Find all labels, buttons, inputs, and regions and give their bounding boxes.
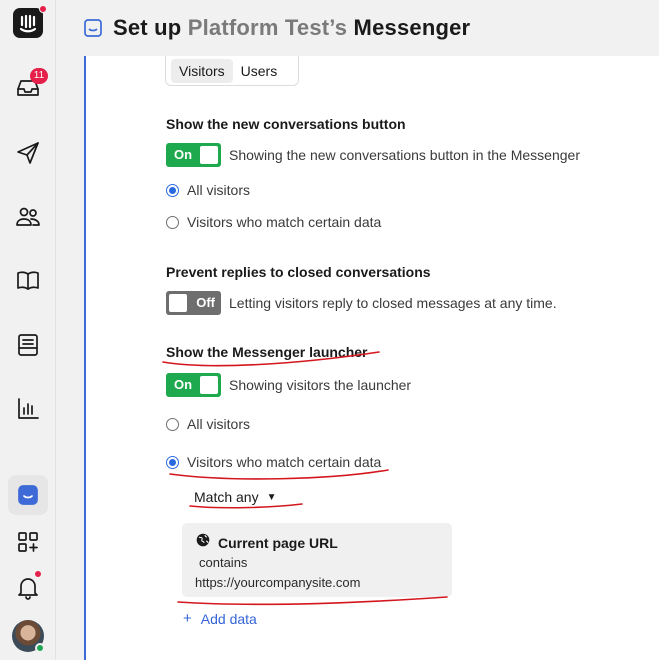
launcher-match-data-option[interactable]: Visitors who match certain data xyxy=(166,454,381,470)
title-workspace: Platform Test’s xyxy=(187,15,348,40)
prevent-replies-title: Prevent replies to closed conversations xyxy=(166,264,431,280)
toggle-knob xyxy=(200,376,218,394)
new-conversations-toggle[interactable]: On xyxy=(166,143,221,167)
new-conversations-title: Show the new conversations button xyxy=(166,116,406,132)
page-title: Set up Platform Test’s Messenger xyxy=(113,15,470,41)
title-prefix: Set up xyxy=(113,15,182,40)
globe-icon xyxy=(196,533,210,552)
plus-icon: + xyxy=(183,610,192,627)
apps-icon[interactable] xyxy=(8,522,48,562)
title-suffix: Messenger xyxy=(353,15,471,40)
audience-tabs: Visitors Users xyxy=(165,56,299,86)
launcher-toggle[interactable]: On xyxy=(166,373,221,397)
new-conversations-match-data-option[interactable]: Visitors who match certain data xyxy=(166,214,381,230)
rule-header: Current page URL xyxy=(196,533,338,552)
toggle-state-label: Off xyxy=(196,295,215,310)
add-data-label: Add data xyxy=(200,610,257,627)
page-header: Set up Platform Test’s Messenger xyxy=(57,0,659,56)
notification-dot xyxy=(34,570,42,578)
notifications-icon[interactable] xyxy=(8,568,48,608)
toggle-state-label: On xyxy=(174,147,193,162)
match-any-dropdown[interactable]: Match any ▼ xyxy=(194,489,277,505)
radio-button[interactable] xyxy=(166,417,179,431)
add-data-button[interactable]: + Add data xyxy=(183,610,257,627)
outbound-icon[interactable] xyxy=(8,133,48,173)
tab-visitors[interactable]: Visitors xyxy=(171,58,233,83)
radio-label: Visitors who match certain data xyxy=(187,214,382,230)
reports-icon[interactable] xyxy=(8,389,48,429)
toggle-knob xyxy=(200,146,218,164)
caret-down-icon: ▼ xyxy=(266,491,277,503)
radio-label: Visitors who match certain data xyxy=(187,454,382,470)
new-conversations-toggle-row: On Showing the new conversations button … xyxy=(166,143,580,167)
operator-icon[interactable] xyxy=(8,325,48,365)
online-status-dot xyxy=(35,643,45,653)
messenger-icon xyxy=(83,18,103,38)
rule-attribute: Current page URL xyxy=(218,534,338,551)
messenger-icon[interactable] xyxy=(8,475,48,515)
launcher-all-visitors-option[interactable]: All visitors xyxy=(166,416,250,432)
articles-icon[interactable] xyxy=(8,261,48,301)
toggle-knob xyxy=(169,294,187,312)
launcher-toggle-row: On Showing visitors the launcher xyxy=(166,373,411,397)
filter-rule-card[interactable]: Current page URL contains https://yourco… xyxy=(182,523,452,597)
match-select-value: Match any xyxy=(194,489,259,505)
launcher-description: Showing visitors the launcher xyxy=(229,377,412,393)
user-avatar[interactable] xyxy=(8,616,48,656)
prevent-replies-toggle-row: Off Letting visitors reply to closed mes… xyxy=(166,291,557,315)
toggle-state-label: On xyxy=(174,377,193,392)
contacts-icon[interactable] xyxy=(8,197,48,237)
prevent-replies-description: Letting visitors reply to closed message… xyxy=(229,295,557,311)
sidebar: 11 xyxy=(0,0,56,660)
intercom-logo-icon[interactable] xyxy=(8,3,48,43)
radio-label: All visitors xyxy=(187,416,251,432)
notification-dot xyxy=(39,5,47,13)
new-conversations-description: Showing the new conversations button in … xyxy=(229,147,580,163)
rule-operator: contains xyxy=(199,555,248,570)
radio-button[interactable] xyxy=(166,455,179,469)
new-conversations-all-visitors-option[interactable]: All visitors xyxy=(166,182,250,198)
radio-label: All visitors xyxy=(187,182,251,198)
radio-button[interactable] xyxy=(166,183,179,197)
prevent-replies-toggle[interactable]: Off xyxy=(166,291,221,315)
rule-value: https://yourcompanysite.com xyxy=(195,575,361,590)
inbox-badge: 11 xyxy=(30,68,48,84)
radio-button[interactable] xyxy=(166,215,179,229)
launcher-title: Show the Messenger launcher xyxy=(166,344,368,360)
settings-panel: Visitors Users Show the new conversation… xyxy=(84,56,659,660)
tab-users[interactable]: Users xyxy=(233,59,286,83)
inbox-icon[interactable]: 11 xyxy=(8,68,48,108)
